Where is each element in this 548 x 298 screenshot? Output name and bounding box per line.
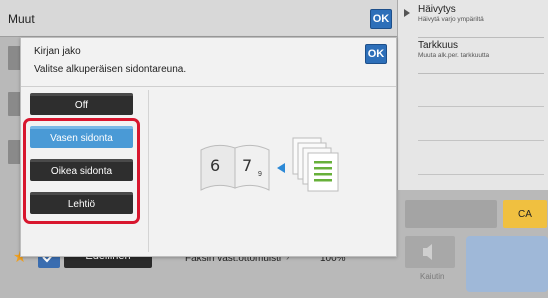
right-item-title: Häivytys (418, 4, 456, 15)
right-panel: Häivytys Häivytä varjo ympäriltä Tarkkuu… (397, 0, 548, 190)
divider (148, 90, 149, 252)
page-number-left: 6 (210, 156, 221, 175)
disabled-button (405, 200, 497, 228)
screen: Muut OK Häivytys Häivytä varjo ympäriltä… (0, 0, 548, 298)
page-number-right: 7 (242, 156, 253, 175)
book-divide-illustration: 6 7 9 (197, 130, 357, 200)
open-book-icon (200, 137, 339, 192)
divider (418, 140, 544, 141)
play-arrow-icon (404, 9, 410, 17)
option-off[interactable]: Off (30, 93, 133, 115)
divider (418, 106, 544, 107)
right-item-tarkkuus[interactable]: Tarkkuus Muuta alk.per. tarkkuutta (418, 40, 544, 74)
ok-button-dialog[interactable]: OK (365, 44, 387, 64)
right-item-hairvytys[interactable]: Häivytys Häivytä varjo ympäriltä (418, 4, 544, 38)
divider (21, 86, 396, 87)
speaker-button[interactable] (405, 236, 455, 268)
speaker-icon (423, 244, 432, 260)
right-item-title: Tarkkuus (418, 40, 459, 51)
page-title: Muut (8, 12, 35, 26)
right-item-subtitle: Häivytä varjo ympäriltä (418, 16, 484, 23)
right-item-subtitle: Muuta alk.per. tarkkuutta (418, 52, 490, 59)
page-number-sub: 9 (258, 171, 262, 178)
ca-button[interactable]: CA (503, 200, 547, 228)
ok-button-main[interactable]: OK (370, 9, 392, 29)
speaker-label: Kaiutin (420, 272, 445, 281)
dialog-title: Kirjan jako (34, 46, 81, 57)
top-bar: Muut OK (0, 0, 397, 37)
dialog-subtitle: Valitse alkuperäisen sidontareuna. (34, 64, 187, 75)
divider (418, 174, 544, 175)
book-divide-dialog: Kirjan jako Valitse alkuperäisen sidonta… (20, 37, 397, 257)
start-button[interactable] (466, 236, 548, 292)
selection-highlight (23, 118, 140, 224)
